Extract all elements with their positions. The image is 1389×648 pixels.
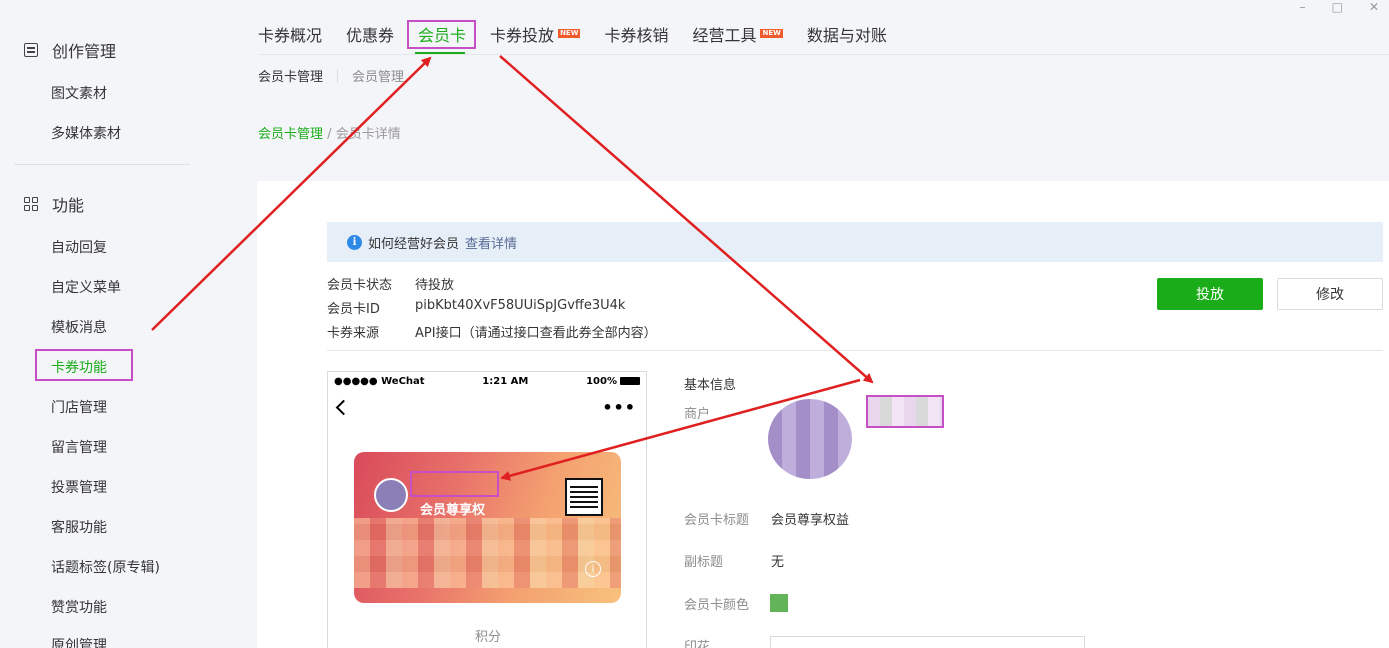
sidebar-section-title: 创作管理 xyxy=(52,42,117,61)
new-badge: NEW xyxy=(558,29,581,38)
sub-nav: 会员卡管理 会员管理 xyxy=(258,66,404,85)
tab-data-reconciliation[interactable]: 数据与对账 xyxy=(807,22,887,46)
sidebar-item-topic-tags[interactable]: 话题标签(原专辑) xyxy=(51,557,160,577)
sidebar-item-rich-media[interactable]: 图文素材 xyxy=(51,83,107,103)
field-label: 印花 xyxy=(684,640,711,648)
close-button[interactable]: ✕ xyxy=(1369,0,1379,14)
points-label: 积分 xyxy=(474,630,501,645)
meta-label: 会员卡状态 xyxy=(327,278,393,293)
meta-label: 卡券来源 xyxy=(327,326,380,341)
tab-business-tools[interactable]: 经营工具 NEW xyxy=(692,22,783,46)
grid-icon xyxy=(24,197,38,211)
meta-row-source: 卡券来源 API接口（请通过接口查看此券全部内容） xyxy=(327,322,657,341)
tab-label: 经营工具 xyxy=(692,26,757,45)
battery-label: 100% xyxy=(586,376,617,387)
info-circle-icon[interactable]: i xyxy=(585,561,601,577)
meta-value: 待投放 xyxy=(415,278,455,293)
window-controls: – □ ✕ xyxy=(1300,0,1379,14)
breadcrumb: 会员卡管理 / 会员卡详情 xyxy=(258,123,401,142)
phone-status-bar: ●●●●● WeChat 1:21 AM 100% xyxy=(334,376,640,387)
info-icon: i xyxy=(347,234,362,250)
annotation-highlight-box xyxy=(410,471,499,497)
minimize-button[interactable]: – xyxy=(1300,0,1306,14)
field-value: 会员尊享权益 xyxy=(771,513,850,528)
basic-info-title: 基本信息 xyxy=(684,378,737,393)
notice-text: 如何经营好会员 xyxy=(368,236,460,252)
stamp-field xyxy=(770,636,1085,648)
field-value: 无 xyxy=(771,555,785,570)
sidebar-section-creation: 创作管理 xyxy=(24,38,116,62)
merchant-label: 商户 xyxy=(684,407,711,422)
document-icon xyxy=(24,43,38,57)
phone-preview: ●●●●● WeChat 1:21 AM 100% ••• 会员尊享权 i 积分 xyxy=(327,371,647,648)
notice-bar: i 如何经营好会员 查看详情 xyxy=(327,222,1383,262)
tab-label: 卡券概况 xyxy=(258,26,323,45)
field-label: 会员卡颜色 xyxy=(684,598,750,613)
card-color-swatch xyxy=(770,594,788,612)
battery-icon xyxy=(619,377,640,385)
notice-link[interactable]: 查看详情 xyxy=(465,233,517,252)
annotation-highlight-box xyxy=(407,20,476,49)
nav-divider xyxy=(258,54,1389,55)
annotation-highlight-box xyxy=(35,349,133,381)
tab-label: 数据与对账 xyxy=(806,26,887,45)
back-arrow-icon[interactable] xyxy=(335,399,352,416)
tab-label: 优惠券 xyxy=(346,26,395,45)
card-title: 会员尊享权 xyxy=(420,503,486,518)
tab-card-overview[interactable]: 卡券概况 xyxy=(258,22,322,46)
sidebar-item-rewards[interactable]: 赞赏功能 xyxy=(51,597,107,617)
sidebar-item-voting[interactable]: 投票管理 xyxy=(51,477,107,497)
battery-indicator: 100% xyxy=(586,376,640,387)
qr-code-icon[interactable] xyxy=(565,478,603,516)
clock-label: 1:21 AM xyxy=(482,376,529,387)
deliver-button[interactable]: 投放 xyxy=(1157,278,1263,310)
sidebar-item-auto-reply[interactable]: 自动回复 xyxy=(51,237,107,257)
tab-coupons[interactable]: 优惠券 xyxy=(346,22,394,46)
carrier-label: ●●●●● WeChat xyxy=(334,376,425,387)
sidebar: 创作管理 图文素材 多媒体素材 功能 自动回复 自定义菜单 模板消息 卡券功能 … xyxy=(0,0,200,648)
meta-row-status: 会员卡状态 待投放 xyxy=(327,274,454,293)
sidebar-item-multimedia[interactable]: 多媒体素材 xyxy=(51,123,121,143)
more-icon[interactable]: ••• xyxy=(602,398,636,417)
meta-value: pibKbt40XvF58UUiSpJGvffe3U4k xyxy=(415,298,626,313)
sidebar-section-title: 功能 xyxy=(52,196,85,215)
merchant-avatar xyxy=(374,478,408,512)
subnav-member-management[interactable]: 会员管理 xyxy=(352,66,404,85)
sidebar-item-original[interactable]: 原创管理 xyxy=(51,635,107,648)
breadcrumb-separator: / xyxy=(327,127,332,142)
tab-label: 卡券投放 xyxy=(490,26,555,45)
meta-value: API接口（请通过接口查看此券全部内容） xyxy=(415,326,657,341)
tab-card-delivery[interactable]: 卡券投放 NEW xyxy=(490,22,581,46)
field-label: 会员卡标题 xyxy=(684,513,750,528)
sidebar-divider xyxy=(14,164,190,165)
top-nav: 卡券概况 优惠券 会员卡 卡券投放 NEW 卡券核销 经营工具 NEW 数据与对账 xyxy=(258,22,911,46)
edit-button[interactable]: 修改 xyxy=(1277,278,1383,310)
section-divider xyxy=(327,350,1383,351)
tab-label: 卡券核销 xyxy=(604,26,669,45)
subnav-divider xyxy=(337,68,339,83)
sidebar-section-features: 功能 xyxy=(24,192,84,216)
breadcrumb-link[interactable]: 会员卡管理 xyxy=(258,127,323,142)
sidebar-item-customer-service[interactable]: 客服功能 xyxy=(51,517,107,537)
field-label: 副标题 xyxy=(684,555,724,570)
meta-row-card-id: 会员卡ID pibKbt40XvF58UUiSpJGvffe3U4k xyxy=(327,298,625,317)
maximize-button[interactable]: □ xyxy=(1332,0,1343,14)
sidebar-item-comments[interactable]: 留言管理 xyxy=(51,437,107,457)
card-pixelated-area xyxy=(354,518,621,588)
tab-card-redemption[interactable]: 卡券核销 xyxy=(604,22,668,46)
meta-label: 会员卡ID xyxy=(327,302,380,317)
merchant-logo xyxy=(768,399,852,479)
sidebar-item-template-message[interactable]: 模板消息 xyxy=(51,317,107,337)
breadcrumb-current: 会员卡详情 xyxy=(335,127,401,142)
new-badge: NEW xyxy=(760,29,783,38)
merchant-name-highlight xyxy=(866,395,944,428)
sidebar-item-stores[interactable]: 门店管理 xyxy=(51,397,107,417)
sidebar-item-custom-menu[interactable]: 自定义菜单 xyxy=(51,277,121,297)
subnav-card-management[interactable]: 会员卡管理 xyxy=(258,66,323,85)
